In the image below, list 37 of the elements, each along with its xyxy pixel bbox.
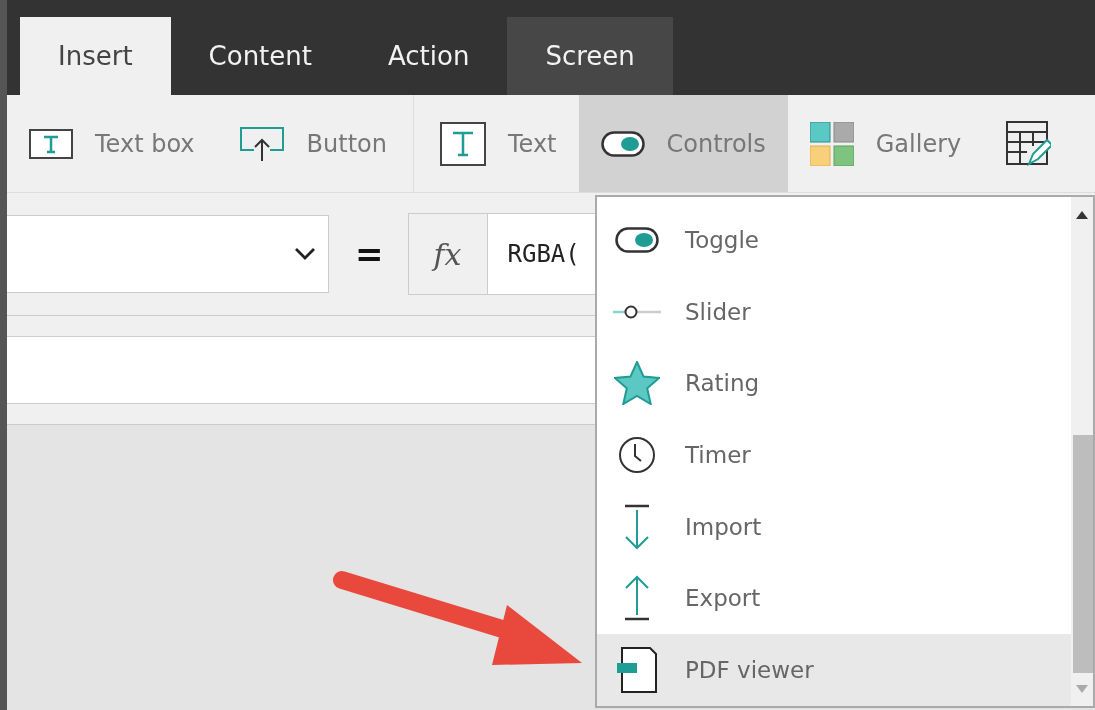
chevron-down-icon [294,247,316,261]
scroll-up-icon [1076,211,1088,219]
scroll-thumb[interactable] [1073,435,1093,673]
property-dropdown[interactable] [7,215,329,293]
menu-item[interactable]: Slider [597,275,1071,348]
star-icon [614,361,660,406]
gallery-icon [809,121,854,166]
menu-item[interactable]: Timer [597,419,1071,491]
document-icon [617,647,657,694]
toggle-icon [615,226,659,253]
ribbon-tab[interactable]: Screen [507,17,673,95]
ribbon-tab[interactable]: Content [170,17,350,95]
clock-icon [618,436,656,474]
upload-icon [623,575,651,622]
toolbar-button[interactable]: Text box [7,95,217,192]
slider-icon [613,304,661,319]
equals-sign: = [355,234,384,274]
toggle-icon [600,130,645,157]
menu-item[interactable]: Export [597,562,1071,635]
ribbon-tab[interactable]: Action [350,17,508,95]
toolbar-button[interactable]: Button [216,95,409,192]
download-icon [623,503,651,550]
text-icon [439,121,486,166]
function-button[interactable]: fx [407,213,488,295]
menu-item[interactable]: Import [597,490,1071,563]
scrollbar[interactable] [1071,197,1093,706]
table-pencil-icon [1005,119,1052,168]
ribbon-tab[interactable]: Insert [20,17,171,95]
button-icon [238,125,285,162]
text-box-icon [29,128,73,159]
menu-item[interactable]: PDF viewer [597,634,1071,707]
toolbar-button[interactable]: Controls [578,95,788,192]
menu-item[interactable]: Toggle [597,204,1071,276]
toolbar-button[interactable]: Text [417,95,579,192]
scroll-down-icon [1076,685,1088,693]
menu-item[interactable]: Rating [597,347,1071,420]
toolbar-button[interactable]: Gallery [787,95,984,192]
